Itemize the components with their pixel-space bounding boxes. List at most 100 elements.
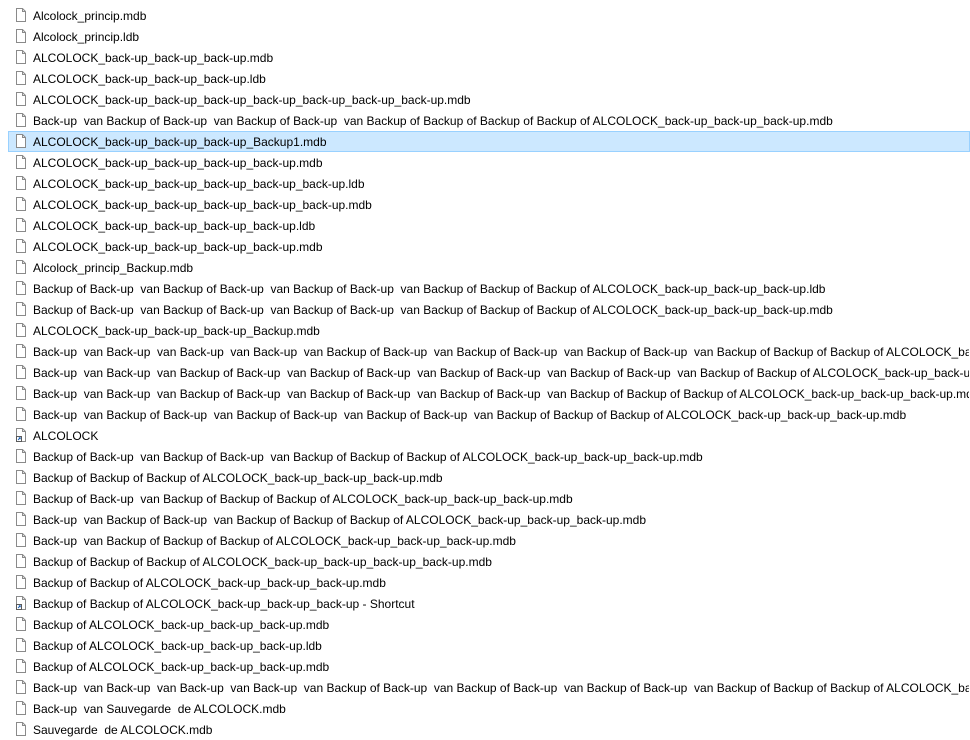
file-name: Backup of Back-up van Backup of Back-up …: [33, 282, 826, 296]
file-name: ALCOLOCK: [33, 429, 99, 443]
file-name: ALCOLOCK_back-up_back-up_back-up_back-up…: [33, 93, 471, 107]
file-name: Back-up van Back-up van Back-up van Back…: [33, 681, 969, 695]
document-icon: [16, 113, 26, 127]
file-item[interactable]: ALCOLOCK_back-up_back-up_back-up_Backup.…: [0, 320, 970, 341]
file-item[interactable]: Back-up van Back-up van Back-up van Back…: [0, 677, 970, 698]
file-name: Back-up van Back-up van Back-up van Back…: [33, 345, 969, 359]
file-item[interactable]: ALCOLOCK_back-up_back-up_back-up.ldb: [0, 68, 970, 89]
document-icon: [16, 260, 26, 274]
file-item[interactable]: Back-up van Sauvegarde de ALCOLOCK.mdb: [0, 698, 970, 719]
file-name: Back-up van Backup of Back-up van Backup…: [33, 114, 833, 128]
document-icon: [16, 218, 26, 232]
document-icon: [16, 323, 26, 337]
file-name: Back-up van Backup of Back-up van Backup…: [33, 408, 907, 422]
document-icon: [16, 407, 26, 421]
file-name: ALCOLOCK_back-up_back-up_back-up.ldb: [33, 72, 266, 86]
file-item[interactable]: Backup of ALCOLOCK_back-up_back-up_back-…: [0, 614, 970, 635]
document-icon: [16, 554, 26, 568]
shortcut-icon: [16, 596, 26, 610]
file-name: Backup of Backup of ALCOLOCK_back-up_bac…: [33, 576, 386, 590]
file-name: Backup of ALCOLOCK_back-up_back-up_back-…: [33, 639, 322, 653]
document-icon: [16, 197, 26, 211]
document-icon: [16, 680, 26, 694]
file-item[interactable]: Backup of Back-up van Backup of Back-up …: [0, 278, 970, 299]
file-item[interactable]: Backup of ALCOLOCK_back-up_back-up_back-…: [0, 656, 970, 677]
file-item[interactable]: Backup of Back-up van Backup of Back-up …: [0, 299, 970, 320]
document-icon: [16, 491, 26, 505]
file-name: Backup of Back-up van Backup of Backup o…: [33, 492, 573, 506]
document-icon: [16, 302, 26, 316]
document-icon: [16, 386, 26, 400]
shortcut-item[interactable]: ALCOLOCK: [0, 425, 970, 446]
document-icon: [16, 155, 26, 169]
document-icon: [16, 176, 26, 190]
document-icon: [16, 449, 26, 463]
document-icon: [16, 470, 26, 484]
file-item[interactable]: Backup of Backup of Backup of ALCOLOCK_b…: [0, 551, 970, 572]
file-item[interactable]: Back-up van Backup of Back-up van Backup…: [0, 404, 970, 425]
document-icon: [16, 281, 26, 295]
file-name: Back-up van Backup of Backup of Backup o…: [33, 534, 516, 548]
file-name: Backup of Back-up van Backup of Back-up …: [33, 450, 703, 464]
document-icon: [16, 50, 26, 64]
document-icon: [16, 92, 26, 106]
document-icon: [16, 617, 26, 631]
file-item[interactable]: Alcolock_princip.mdb: [0, 5, 970, 26]
document-icon: [16, 71, 26, 85]
file-item[interactable]: ALCOLOCK_back-up_back-up_back-up_back-up…: [0, 173, 970, 194]
file-item[interactable]: Back-up van Back-up van Backup of Back-u…: [0, 383, 970, 404]
document-icon: [16, 512, 26, 526]
file-item[interactable]: ALCOLOCK_back-up_back-up_back-up_back-up…: [0, 152, 970, 173]
file-name: Sauvegarde de ALCOLOCK.mdb: [33, 723, 213, 737]
file-name: Backup of Backup of Backup of ALCOLOCK_b…: [33, 555, 492, 569]
file-name: Alcolock_princip.ldb: [33, 30, 140, 44]
shortcut-icon: [16, 428, 26, 442]
file-item[interactable]: ALCOLOCK_back-up_back-up_back-up_back-up…: [0, 89, 970, 110]
file-name: Back-up van Back-up van Backup of Back-u…: [33, 387, 970, 401]
file-name: ALCOLOCK_back-up_back-up_back-up_back-up…: [33, 219, 316, 233]
document-icon: [16, 8, 26, 22]
document-icon: [16, 134, 26, 148]
file-name: ALCOLOCK_back-up_back-up_back-up_Backup1…: [33, 135, 327, 149]
document-icon: [16, 533, 26, 547]
file-item[interactable]: Backup of Back-up van Backup of Back-up …: [0, 446, 970, 467]
file-name: Alcolock_princip.mdb: [33, 9, 147, 23]
file-name: Backup of Back-up van Backup of Back-up …: [33, 303, 833, 317]
file-item[interactable]: ALCOLOCK_back-up_back-up_back-up_Backup1…: [8, 131, 970, 152]
file-name: ALCOLOCK_back-up_back-up_back-up.mdb: [33, 51, 274, 65]
file-name: Back-up van Sauvegarde de ALCOLOCK.mdb: [33, 702, 286, 716]
file-item[interactable]: Back-up van Back-up van Backup of Back-u…: [0, 362, 970, 383]
document-icon: [16, 659, 26, 673]
file-item[interactable]: Backup of Backup of Backup of ALCOLOCK_b…: [0, 467, 970, 488]
file-item[interactable]: Back-up van Backup of Backup of Backup o…: [0, 530, 970, 551]
file-item[interactable]: Back-up van Back-up van Back-up van Back…: [0, 341, 970, 362]
file-name: ALCOLOCK_back-up_back-up_back-up_back-up…: [33, 198, 372, 212]
document-icon: [16, 344, 26, 358]
file-name: Alcolock_princip_Backup.mdb: [33, 261, 194, 275]
document-icon: [16, 365, 26, 379]
file-name: Back-up van Back-up van Backup of Back-u…: [33, 366, 970, 380]
file-name: Backup of ALCOLOCK_back-up_back-up_back-…: [33, 660, 330, 674]
file-name: ALCOLOCK_back-up_back-up_back-up_back-up…: [33, 156, 323, 170]
document-icon: [16, 722, 26, 736]
file-item[interactable]: Backup of Backup of ALCOLOCK_back-up_bac…: [0, 572, 970, 593]
file-item[interactable]: ALCOLOCK_back-up_back-up_back-up_back-up…: [0, 194, 970, 215]
file-item[interactable]: ALCOLOCK_back-up_back-up_back-up_back-up…: [0, 215, 970, 236]
shortcut-item[interactable]: Backup of Backup of ALCOLOCK_back-up_bac…: [0, 593, 970, 614]
document-icon: [16, 239, 26, 253]
file-name: Backup of Backup of ALCOLOCK_back-up_bac…: [33, 597, 415, 611]
file-list: Alcolock_princip.mdb Alcolock_princip.ldb…: [0, 5, 970, 740]
file-item[interactable]: Backup of ALCOLOCK_back-up_back-up_back-…: [0, 635, 970, 656]
file-item[interactable]: Alcolock_princip_Backup.mdb: [0, 257, 970, 278]
file-name: ALCOLOCK_back-up_back-up_back-up_back-up…: [33, 177, 365, 191]
file-item[interactable]: Back-up van Backup of Back-up van Backup…: [0, 110, 970, 131]
file-item[interactable]: Alcolock_princip.ldb: [0, 26, 970, 47]
document-icon: [16, 575, 26, 589]
document-icon: [16, 638, 26, 652]
file-name: Backup of Backup of Backup of ALCOLOCK_b…: [33, 471, 443, 485]
file-item[interactable]: ALCOLOCK_back-up_back-up_back-up.mdb: [0, 47, 970, 68]
file-item[interactable]: Backup of Back-up van Backup of Backup o…: [0, 488, 970, 509]
file-item[interactable]: ALCOLOCK_back-up_back-up_back-up_back-up…: [0, 236, 970, 257]
file-item[interactable]: Back-up van Backup of Back-up van Backup…: [0, 509, 970, 530]
file-name: ALCOLOCK_back-up_back-up_back-up_Backup.…: [33, 324, 320, 338]
